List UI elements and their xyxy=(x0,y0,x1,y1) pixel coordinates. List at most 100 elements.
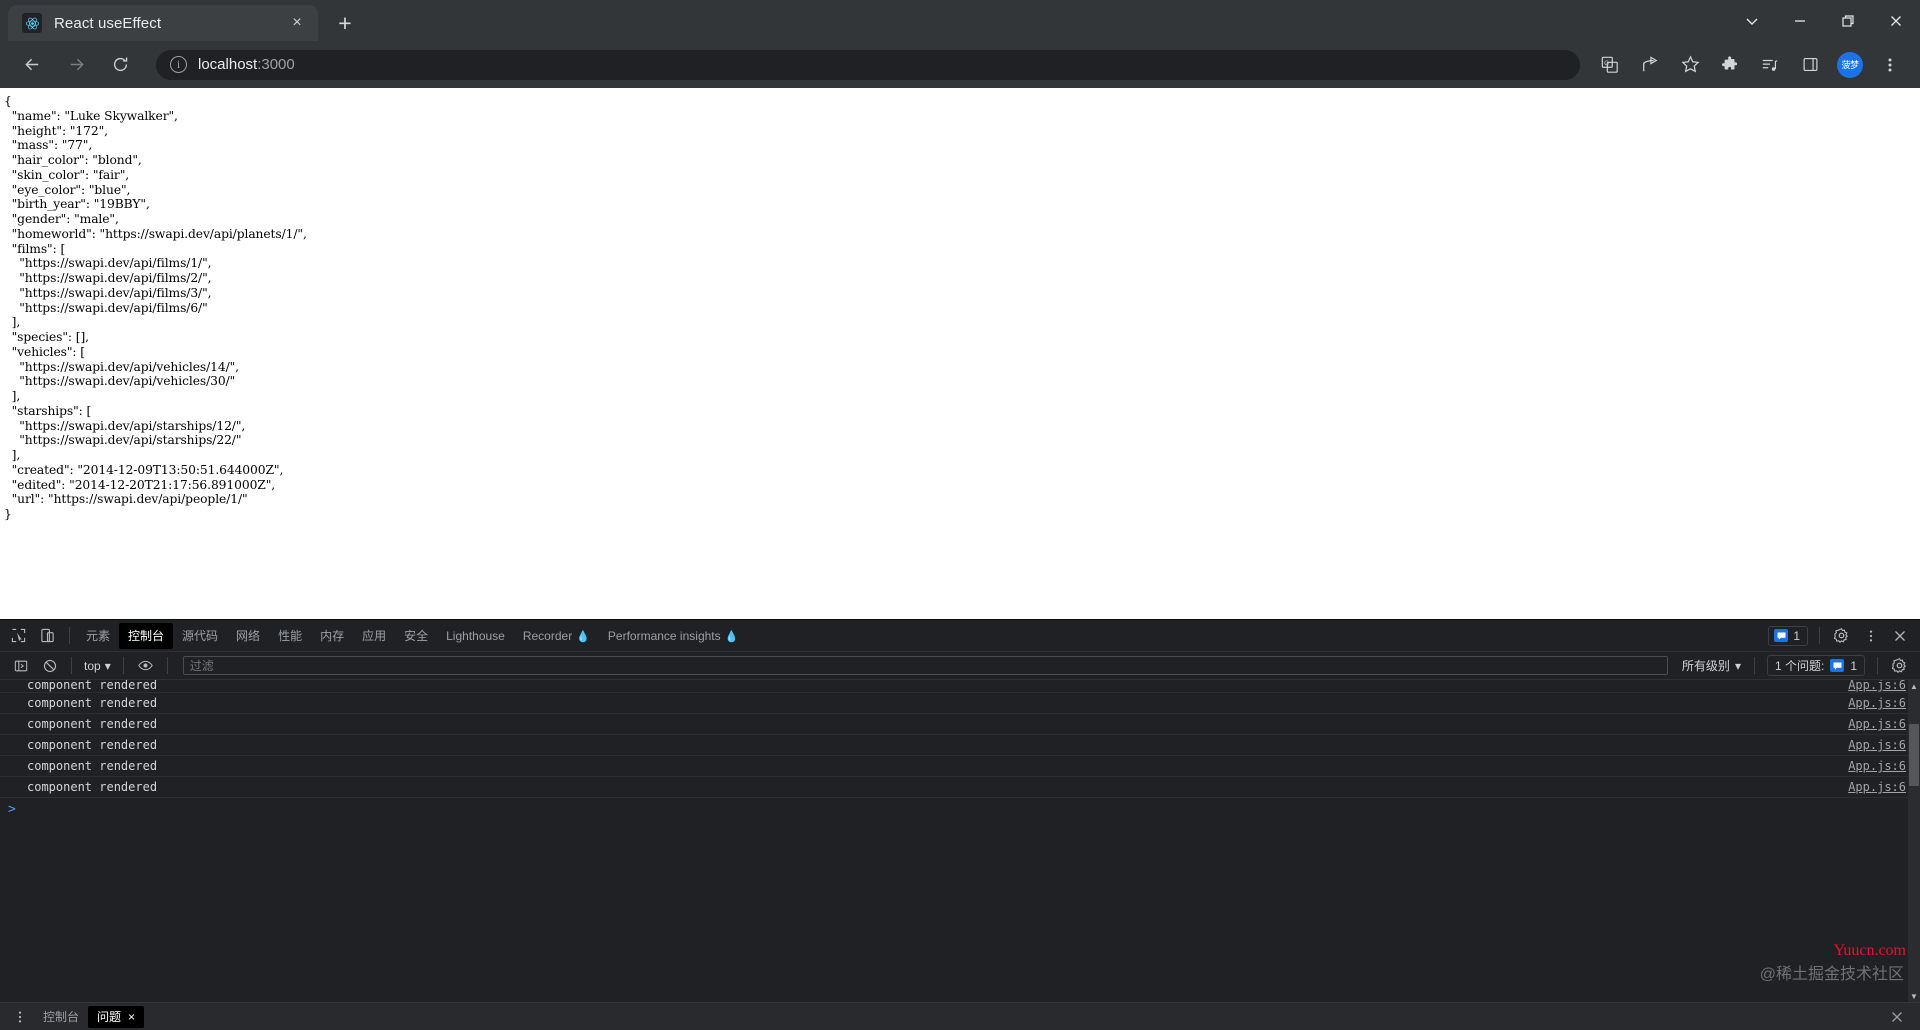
side-panel-icon[interactable] xyxy=(1794,49,1826,81)
drawer-close-icon[interactable] xyxy=(1890,1010,1920,1024)
log-message: component rendered xyxy=(27,759,158,773)
translate-icon[interactable]: G xyxy=(1594,49,1626,81)
minimize-icon[interactable] xyxy=(1776,0,1824,41)
log-message: component rendered xyxy=(27,738,158,752)
devtools-tab-console[interactable]: 控制台 xyxy=(119,622,174,649)
console-prompt[interactable]: > xyxy=(0,798,1920,820)
clear-console-icon[interactable] xyxy=(36,653,63,679)
console-settings-gear-icon[interactable] xyxy=(1886,653,1913,679)
devtools-tab-network[interactable]: 网络 xyxy=(227,623,269,649)
log-source-link[interactable]: App.js:6 xyxy=(1848,780,1906,794)
devtools-more-kebab-icon[interactable] xyxy=(1857,623,1884,649)
reading-list-icon[interactable] xyxy=(1754,49,1786,81)
inspect-element-icon[interactable] xyxy=(5,623,32,649)
tab-search-chevron-down-icon[interactable] xyxy=(1728,0,1776,41)
devtools-tab-lighthouse[interactable]: Lighthouse xyxy=(437,623,514,649)
extensions-puzzle-icon[interactable] xyxy=(1714,49,1746,81)
console-log-row[interactable]: component rendered App.js:6 xyxy=(0,693,1920,714)
chevron-down-icon: ▾ xyxy=(104,658,111,673)
devtools-drawer-tabbar: 控制台 问题 × xyxy=(0,1002,1920,1030)
browser-window: React useEffect × + i localhost:3000 G 菠… xyxy=(0,0,1920,1030)
toolbar-divider xyxy=(166,657,168,674)
devtools-tab-performance[interactable]: 性能 xyxy=(269,623,311,649)
new-tab-button[interactable]: + xyxy=(328,6,362,40)
log-message: component rendered xyxy=(27,780,158,794)
site-info-icon[interactable]: i xyxy=(170,56,187,73)
scroll-up-arrow-icon[interactable]: ▲ xyxy=(1909,680,1919,692)
drawer-tab-issues[interactable]: 问题 × xyxy=(88,1005,145,1028)
console-toolbar: top ▾ 所有级别 ▾ 1 个问题: 1 xyxy=(0,652,1920,680)
devtools-close-icon[interactable] xyxy=(1886,623,1913,649)
console-log-row[interactable]: component rendered App.js:6 xyxy=(0,735,1920,756)
devtools-panel: 元素 控制台 源代码 网络 性能 内存 应用 安全 Lighthouse Rec… xyxy=(0,619,1920,1030)
drawer-tab-console[interactable]: 控制台 xyxy=(34,1006,88,1028)
tab-label: Performance insights xyxy=(607,628,721,643)
message-count-badge[interactable]: 1 xyxy=(1768,625,1808,646)
message-icon xyxy=(1774,629,1789,642)
bookmark-star-icon[interactable] xyxy=(1674,49,1706,81)
toolbar-divider xyxy=(1753,657,1755,674)
console-scrollbar[interactable]: ▲ ▼ xyxy=(1908,680,1920,1002)
devtools-tab-elements[interactable]: 元素 xyxy=(77,623,119,649)
tab-label: 源代码 xyxy=(182,628,219,643)
drawer-tab-close-icon[interactable]: × xyxy=(128,1006,135,1028)
tab-strip: React useEffect × + xyxy=(0,0,1920,41)
live-expression-eye-icon[interactable] xyxy=(132,653,159,679)
tab-title: React useEffect xyxy=(54,14,162,32)
toolbar-divider xyxy=(1877,657,1878,674)
device-toolbar-icon[interactable] xyxy=(34,623,61,649)
reload-icon[interactable] xyxy=(103,48,137,82)
close-icon[interactable] xyxy=(1872,0,1920,41)
scrollbar-thumb[interactable] xyxy=(1909,724,1919,786)
restore-icon[interactable] xyxy=(1824,0,1872,41)
console-log-row[interactable]: component rendered App.js:6 xyxy=(0,680,1920,693)
tab-label: 控制台 xyxy=(128,628,165,643)
issues-button[interactable]: 1 个问题: 1 xyxy=(1766,655,1865,676)
console-log-list[interactable]: component rendered App.js:6 component re… xyxy=(0,680,1920,1002)
scroll-down-arrow-icon[interactable]: ▼ xyxy=(1909,990,1919,1002)
console-log-row[interactable]: component rendered App.js:6 xyxy=(0,714,1920,735)
console-context-selector[interactable]: top ▾ xyxy=(79,659,116,673)
console-log-row[interactable]: component rendered App.js:6 xyxy=(0,756,1920,777)
toolbar-divider xyxy=(71,657,72,674)
tab-label: 元素 xyxy=(86,628,111,643)
chrome-menu-kebab-icon[interactable] xyxy=(1874,49,1906,81)
toolbar-divider xyxy=(69,627,70,644)
devtools-tab-application[interactable]: 应用 xyxy=(353,623,395,649)
drawer-more-kebab-icon[interactable] xyxy=(6,1004,33,1030)
toolbar-divider xyxy=(122,657,124,674)
log-source-link[interactable]: App.js:6 xyxy=(1848,738,1906,752)
url-port: :3000 xyxy=(257,56,295,73)
experiment-flask-icon: 💧 xyxy=(576,630,590,643)
issues-count: 1 xyxy=(1850,658,1857,673)
console-level-selector[interactable]: 所有级别 ▾ xyxy=(1676,657,1747,674)
browser-tab-react-useeffect[interactable]: React useEffect × xyxy=(8,5,318,41)
tab-label: 性能 xyxy=(278,628,303,643)
console-log-row[interactable]: component rendered App.js:6 xyxy=(0,777,1920,798)
devtools-tab-security[interactable]: 安全 xyxy=(395,623,437,649)
back-arrow-icon[interactable] xyxy=(15,48,49,82)
console-filter-input[interactable] xyxy=(182,656,1668,675)
gear-icon[interactable] xyxy=(1828,623,1855,649)
share-icon[interactable] xyxy=(1634,49,1666,81)
console-sidebar-icon[interactable] xyxy=(7,653,34,679)
forward-arrow-icon[interactable] xyxy=(59,48,93,82)
devtools-tab-sources[interactable]: 源代码 xyxy=(173,623,227,649)
address-bar[interactable]: i localhost:3000 xyxy=(156,49,1580,80)
profile-avatar[interactable]: 菠梦 xyxy=(1837,51,1863,78)
log-source-link[interactable]: App.js:6 xyxy=(1848,717,1906,731)
log-source-link[interactable]: App.js:6 xyxy=(1848,696,1906,710)
tab-close-icon[interactable]: × xyxy=(286,12,308,34)
drawer-tab-label: 问题 xyxy=(97,1009,122,1024)
devtools-tab-memory[interactable]: 内存 xyxy=(311,623,353,649)
tab-label: 安全 xyxy=(404,628,429,643)
devtools-tab-bar: 元素 控制台 源代码 网络 性能 内存 应用 安全 Lighthouse Rec… xyxy=(0,620,1920,652)
log-message: component rendered xyxy=(27,696,158,710)
log-source-link[interactable]: App.js:6 xyxy=(1848,759,1906,773)
svg-text:G: G xyxy=(1604,60,1609,67)
devtools-tabbar-actions: 1 xyxy=(1768,623,1920,649)
devtools-tab-performance-insights[interactable]: Performance insights 💧 xyxy=(599,623,747,649)
devtools-tab-recorder[interactable]: Recorder 💧 xyxy=(514,623,599,649)
log-source-link[interactable]: App.js:6 xyxy=(1848,680,1906,692)
log-message: component rendered xyxy=(27,680,158,692)
